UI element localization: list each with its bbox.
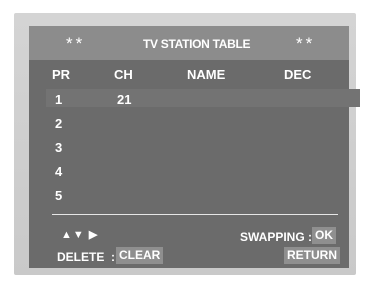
column-header-dec: DEC <box>284 67 312 82</box>
footer-divider <box>52 214 338 215</box>
column-header-pr: PR <box>52 67 71 82</box>
swapping-label: SWAPPING : <box>240 230 313 244</box>
row-pr: 1 <box>55 92 63 107</box>
clear-key-button[interactable]: CLEAR <box>116 247 164 264</box>
row-pr: 3 <box>55 140 63 155</box>
title-stars-left: ** <box>66 34 86 53</box>
return-key-button[interactable]: RETURN <box>284 247 340 264</box>
nav-arrows-icon: ▲▼ ▶ <box>61 229 99 241</box>
title-stars-right: ** <box>296 34 316 53</box>
column-header-ch: CH <box>114 67 133 82</box>
row-pr: 5 <box>55 188 63 203</box>
row-pr: 4 <box>55 164 63 179</box>
page-title: TV STATION TABLE <box>143 37 251 51</box>
column-header-name: NAME <box>187 67 226 82</box>
ok-key-button[interactable]: OK <box>312 227 336 244</box>
row-pr: 2 <box>55 116 63 131</box>
row-ch: 21 <box>117 92 132 107</box>
selected-row-highlight[interactable] <box>46 89 360 107</box>
delete-label: DELETE : <box>57 250 116 264</box>
